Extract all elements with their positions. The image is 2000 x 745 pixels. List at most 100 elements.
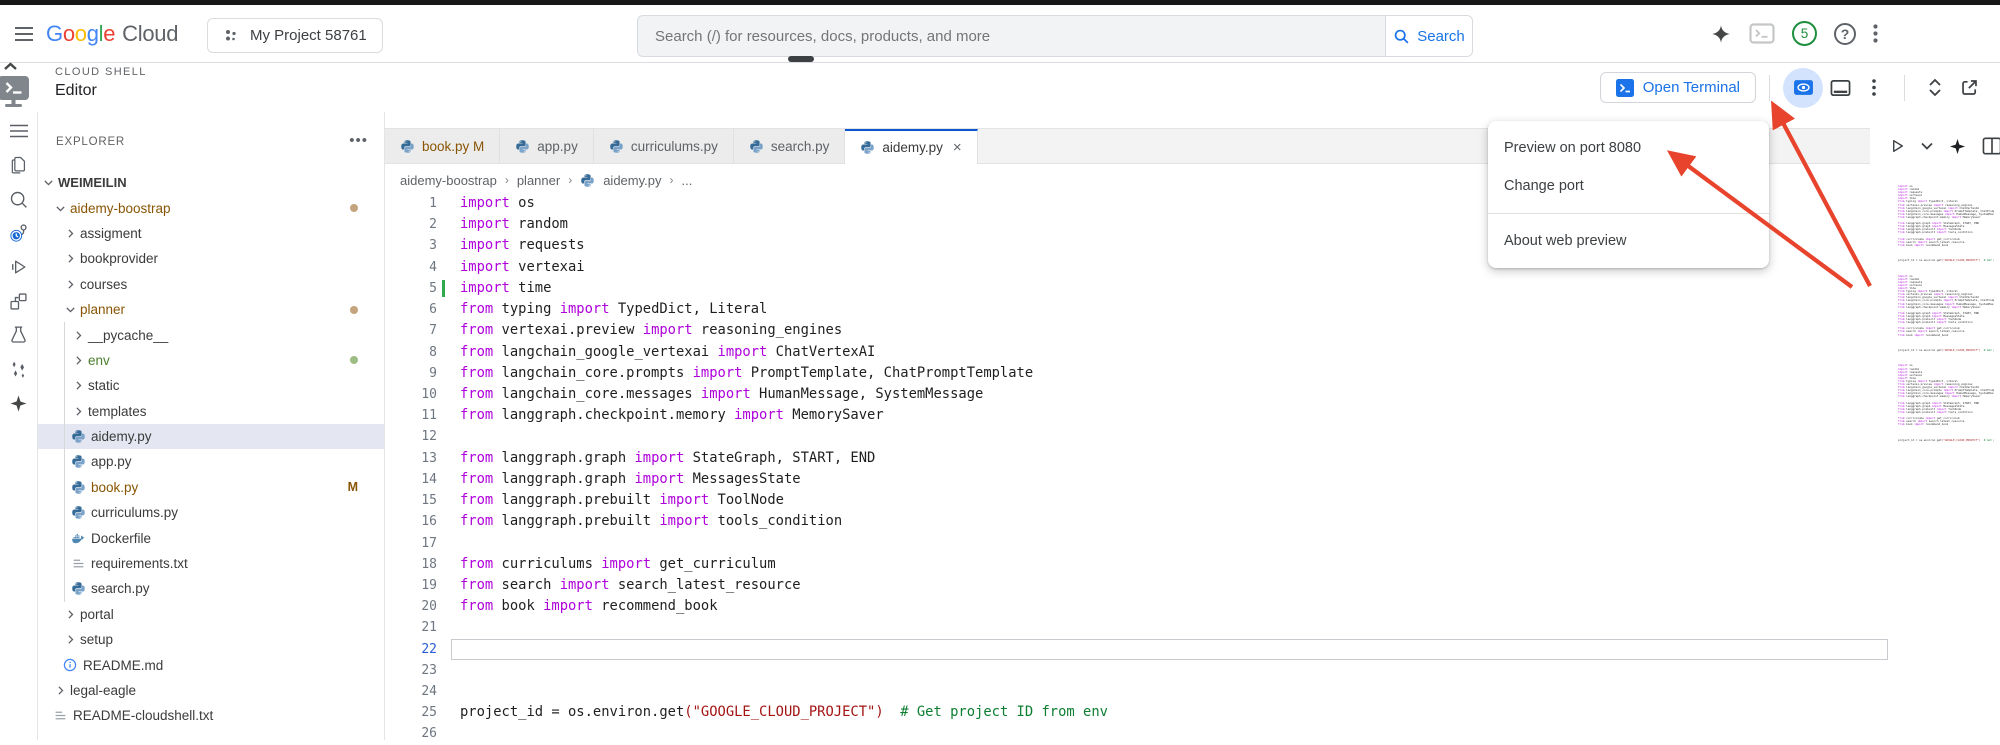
tree-item--pycache-[interactable]: __pycache__ [38,322,384,347]
tree-item-label: portal [80,607,114,622]
code-line-20[interactable]: 20from book import recommend_book [385,596,2000,617]
menu-icon[interactable] [7,119,31,143]
more-options-icon[interactable] [1873,24,1878,43]
tab-curriculums-py[interactable]: curriculums.py [594,129,734,163]
menu-item-preview-on-port-8080[interactable]: Preview on port 8080 [1488,129,1769,167]
code-line-9[interactable]: 9from langchain_core.prompts import Prom… [385,363,2000,384]
tree-item-aidemy-boostrap[interactable]: aidemy-boostrap [38,195,384,220]
tree-item-label: WEIMEILIN [58,175,127,190]
tree-item-label: static [88,378,120,393]
tree-item-weimeilin[interactable]: WEIMEILIN [38,170,384,195]
search-icon[interactable] [7,187,31,211]
code-line-13[interactable]: 13from langgraph.graph import StateGraph… [385,448,2000,469]
code-line-24[interactable]: 24 [385,681,2000,702]
tree-item-book-py[interactable]: book.pyM [38,475,384,500]
code-line-25[interactable]: 25project_id = os.environ.get("GOOGLE_CL… [385,702,2000,723]
open-terminal-button[interactable]: Open Terminal [1600,72,1756,103]
gemini-code-assist-icon[interactable] [7,357,31,381]
minimap[interactable]: import osimport randomimport requestsimp… [1898,185,1994,740]
web-preview-button[interactable] [1783,68,1823,108]
code-line-8[interactable]: 8from langchain_google_vertexai import C… [385,342,2000,363]
tree-item-assigment[interactable]: assigment [38,221,384,246]
search-button[interactable]: Search [1385,15,1473,57]
search-input[interactable] [637,15,1385,57]
cloud-shell-toggle-icon[interactable] [1749,23,1775,44]
main-menu-icon[interactable] [14,26,34,42]
explorer-more-actions-icon[interactable]: ••• [349,136,368,146]
code-line-26[interactable]: 26 [385,723,2000,744]
close-tab-icon[interactable]: × [953,139,962,156]
gemini-icon[interactable] [1710,23,1732,45]
breadcrumb-part[interactable]: aidemy-boostrap [400,173,497,188]
tree-item-legal-eagle[interactable]: legal-eagle [38,678,384,703]
menu-item-change-port[interactable]: Change port [1488,167,1769,205]
notifications-badge[interactable]: 5 [1792,21,1817,46]
open-in-new-icon[interactable] [1952,71,1986,105]
breadcrumb-part[interactable]: ... [682,173,693,188]
code-line-12[interactable]: 12 [385,426,2000,447]
cloud-shell-overline: CLOUD SHELL [55,66,147,78]
collapse-panel-icon[interactable] [3,62,18,70]
code-line-23[interactable]: 23 [385,660,2000,681]
git-status-dot [350,306,358,314]
code-line-6[interactable]: 6from typing import TypedDict, Literal [385,299,2000,320]
tree-item-bookprovider[interactable]: bookprovider [38,246,384,271]
code-line-19[interactable]: 19from search import search_latest_resou… [385,575,2000,596]
sparkle-icon[interactable] [7,391,31,415]
help-button[interactable]: ? [1834,23,1856,45]
tree-item-templates[interactable]: templates [38,399,384,424]
run-options-chevron-icon[interactable] [1921,142,1933,150]
tree-item-requirements-txt[interactable]: requirements.txt [38,551,384,576]
run-icon[interactable] [7,255,31,279]
toolbar-divider [1904,75,1905,101]
tree-item-readme-md[interactable]: README.md [38,652,384,677]
editor-more-options-icon[interactable] [1857,71,1891,105]
tree-item-dockerfile[interactable]: Dockerfile [38,525,384,550]
split-editor-button[interactable] [1982,137,2000,155]
breadcrumb-part[interactable]: aidemy.py [603,173,661,188]
tree-item-env[interactable]: env [38,348,384,373]
code-editor[interactable]: 1import os2import random3import requests… [385,192,2000,740]
tab-aidemy-py[interactable]: aidemy.py× [845,129,977,164]
project-selector[interactable]: My Project 58761 [207,18,383,53]
toolbar-divider [1769,75,1770,101]
code-line-5[interactable]: 5import time [385,278,2000,299]
menu-item-about-web-preview[interactable]: About web preview [1488,222,1769,260]
code-line-21[interactable]: 21 [385,617,2000,638]
tree-item-setup[interactable]: setup [38,627,384,652]
python-file-icon [515,139,530,154]
tab-app-py[interactable]: app.py [500,129,594,163]
code-line-22[interactable]: 22 [385,639,2000,660]
code-line-17[interactable]: 17 [385,533,2000,554]
code-line-10[interactable]: 10from langchain_core.messages import Hu… [385,384,2000,405]
tab-book-py[interactable]: book.py M [385,129,500,163]
code-line-7[interactable]: 7from vertexai.preview import reasoning_… [385,320,2000,341]
tree-item-app-py[interactable]: app.py [38,449,384,474]
line-number: 13 [385,448,437,469]
gemini-sparkle-icon[interactable] [1948,137,1967,156]
tree-item-aidemy-py[interactable]: aidemy.py [38,424,384,449]
beaker-icon[interactable] [7,323,31,347]
code-line-16[interactable]: 16from langgraph.prebuilt import tools_c… [385,511,2000,532]
code-line-18[interactable]: 18from curriculums import get_curriculum [385,554,2000,575]
code-line-15[interactable]: 15from langgraph.prebuilt import ToolNod… [385,490,2000,511]
tree-item-readme-cloudshell-txt[interactable]: README-cloudshell.txt [38,703,384,728]
code-line-11[interactable]: 11from langgraph.checkpoint.memory impor… [385,405,2000,426]
explorer-icon[interactable] [7,153,31,177]
tree-item-planner[interactable]: planner [38,297,384,322]
tab-search-py[interactable]: search.py [734,129,846,163]
source-control-history-icon[interactable] [7,221,31,245]
tree-item-portal[interactable]: portal [38,602,384,627]
tree-item-static[interactable]: static [38,373,384,398]
code-line-14[interactable]: 14from langgraph.graph import MessagesSt… [385,469,2000,490]
run-button[interactable] [1888,137,1906,155]
tree-item-courses[interactable]: courses [38,272,384,297]
tree-item-search-py[interactable]: search.py [38,576,384,601]
expand-panels-icon[interactable] [1918,71,1952,105]
panel-drag-handle[interactable] [788,56,814,62]
tree-item-curriculums-py[interactable]: curriculums.py [38,500,384,525]
breadcrumb-part[interactable]: planner [517,173,560,188]
toggle-bottom-panel-button[interactable] [1823,71,1857,105]
breadcrumb-separator: › [505,173,509,187]
layout-icon[interactable] [7,289,31,313]
